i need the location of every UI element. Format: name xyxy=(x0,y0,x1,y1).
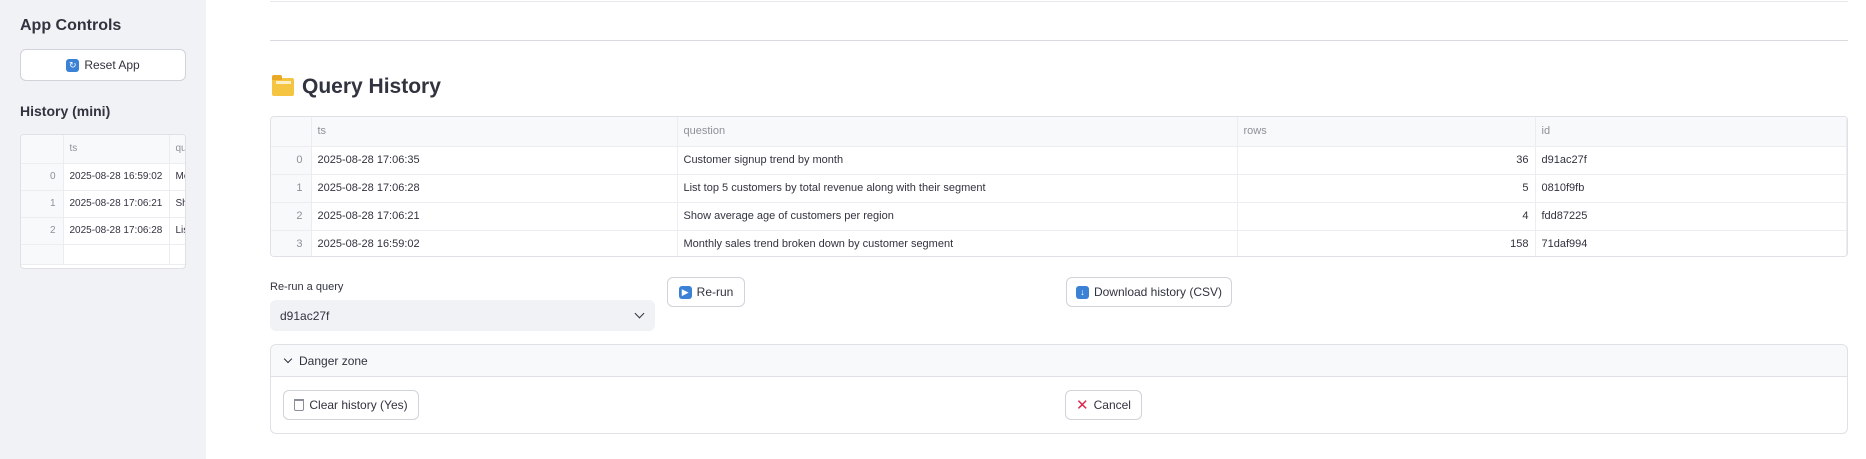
sidebar: App Controls ↻ Reset App History (mini) … xyxy=(0,0,206,459)
reset-app-label: Reset App xyxy=(84,58,140,72)
chevron-down-icon xyxy=(634,308,645,319)
cell-id[interactable]: 0810f9fb xyxy=(1535,174,1847,203)
sidebar-title: App Controls xyxy=(20,17,122,34)
column-header-question[interactable]: question xyxy=(677,117,1238,147)
close-icon: ✕ xyxy=(1076,396,1089,414)
download-history-button[interactable]: ↓ Download history (CSV) xyxy=(1066,277,1232,307)
rerun-button-label: Re-run xyxy=(696,285,734,299)
cell-id[interactable]: d91ac27f xyxy=(1535,146,1847,175)
cell-rows[interactable]: 5 xyxy=(1237,174,1536,203)
history-mini-title: History (mini) xyxy=(20,103,111,119)
table-row[interactable]: 0 2025-08-28 17:06:35 Customer signup tr… xyxy=(271,146,1847,175)
cell-ts[interactable]: 2025-08-28 17:06:28 xyxy=(311,174,678,203)
table-header-row: ts qu xyxy=(21,135,185,164)
history-mini-table[interactable]: ts qu 0 2025-08-28 16:59:02 Mo 1 2025-08… xyxy=(20,134,186,269)
rerun-button[interactable]: ▶ Re-run xyxy=(667,277,745,307)
table-row[interactable]: 1 2025-08-28 17:06:28 List top 5 custome… xyxy=(271,174,1847,203)
row-index: 3 xyxy=(271,230,312,256)
cancel-label: Cancel xyxy=(1093,398,1131,412)
table-row[interactable]: 3 2025-08-28 16:59:02 Monthly sales tren… xyxy=(271,230,1847,256)
clear-history-label: Clear history (Yes) xyxy=(309,398,408,412)
refresh-icon: ↻ xyxy=(66,58,80,72)
index-header xyxy=(271,117,312,147)
cell-ts[interactable]: 2025-08-28 17:06:35 xyxy=(311,146,678,175)
top-border xyxy=(270,0,1848,2)
rerun-query-select[interactable]: d91ac27f xyxy=(270,300,655,331)
trash-icon xyxy=(294,399,305,411)
row-index: 0 xyxy=(271,146,312,175)
column-header-ts[interactable]: ts xyxy=(63,135,170,164)
cell-rows[interactable]: 4 xyxy=(1237,202,1536,231)
row-index: 0 xyxy=(21,163,64,191)
danger-zone-header[interactable]: Danger zone xyxy=(271,345,1847,377)
table-header-row: ts question rows id xyxy=(271,117,1847,147)
row-index: 2 xyxy=(21,217,64,245)
page-title: Query History xyxy=(272,75,441,99)
page-title-text: Query History xyxy=(302,75,441,98)
reset-app-button[interactable]: ↻ Reset App xyxy=(20,49,186,81)
table-row[interactable]: 0 2025-08-28 16:59:02 Mo xyxy=(21,163,185,191)
cell-question[interactable]: Sh xyxy=(169,190,185,218)
download-icon: ↓ xyxy=(1075,285,1089,299)
cell-question[interactable]: Monthly sales trend broken down by custo… xyxy=(677,230,1238,256)
cell-empty[interactable] xyxy=(63,244,170,265)
play-icon: ▶ xyxy=(678,285,692,299)
cell-ts[interactable]: 2025-08-28 17:06:28 xyxy=(63,217,170,245)
column-header-rows[interactable]: rows xyxy=(1237,117,1536,147)
row-index: 1 xyxy=(21,190,64,218)
folder-icon xyxy=(272,75,294,96)
cell-ts[interactable]: 2025-08-28 17:06:21 xyxy=(311,202,678,231)
query-history-table[interactable]: ts question rows id 0 2025-08-28 17:06:3… xyxy=(270,116,1848,257)
chevron-down-icon xyxy=(283,354,293,364)
cell-question[interactable]: Customer signup trend by month xyxy=(677,146,1238,175)
row-index xyxy=(21,244,64,265)
cell-ts[interactable]: 2025-08-28 17:06:21 xyxy=(63,190,170,218)
danger-zone-title: Danger zone xyxy=(299,353,368,368)
index-header xyxy=(21,135,64,164)
cell-empty[interactable] xyxy=(169,244,185,265)
cell-question[interactable]: Mo xyxy=(169,163,185,191)
download-button-label: Download history (CSV) xyxy=(1093,285,1223,299)
cell-id[interactable]: fdd87225 xyxy=(1535,202,1847,231)
cell-rows[interactable]: 36 xyxy=(1237,146,1536,175)
clear-history-button[interactable]: Clear history (Yes) xyxy=(283,390,419,420)
cancel-button[interactable]: ✕ Cancel xyxy=(1065,390,1142,420)
cell-ts[interactable]: 2025-08-28 16:59:02 xyxy=(63,163,170,191)
column-header-question[interactable]: qu xyxy=(169,135,185,164)
cell-id[interactable]: 71daf994 xyxy=(1535,230,1847,256)
cell-rows[interactable]: 158 xyxy=(1237,230,1536,256)
column-header-ts[interactable]: ts xyxy=(311,117,678,147)
cell-ts[interactable]: 2025-08-28 16:59:02 xyxy=(311,230,678,256)
table-row[interactable]: 2 2025-08-28 17:06:28 Lis xyxy=(21,217,185,245)
divider xyxy=(270,40,1848,41)
row-index: 2 xyxy=(271,202,312,231)
table-row[interactable]: 2 2025-08-28 17:06:21 Show average age o… xyxy=(271,202,1847,231)
table-row[interactable]: 1 2025-08-28 17:06:21 Sh xyxy=(21,190,185,218)
row-index: 1 xyxy=(271,174,312,203)
empty-row[interactable] xyxy=(21,244,185,265)
cell-question[interactable]: Show average age of customers per region xyxy=(677,202,1238,231)
danger-zone-expander: Danger zone Clear history (Yes) ✕ Cancel xyxy=(270,344,1848,434)
cell-question[interactable]: Lis xyxy=(169,217,185,245)
cell-question[interactable]: List top 5 customers by total revenue al… xyxy=(677,174,1238,203)
column-header-id[interactable]: id xyxy=(1535,117,1847,147)
rerun-select-label: Re-run a query xyxy=(270,281,344,293)
rerun-selected-value: d91ac27f xyxy=(280,308,330,323)
